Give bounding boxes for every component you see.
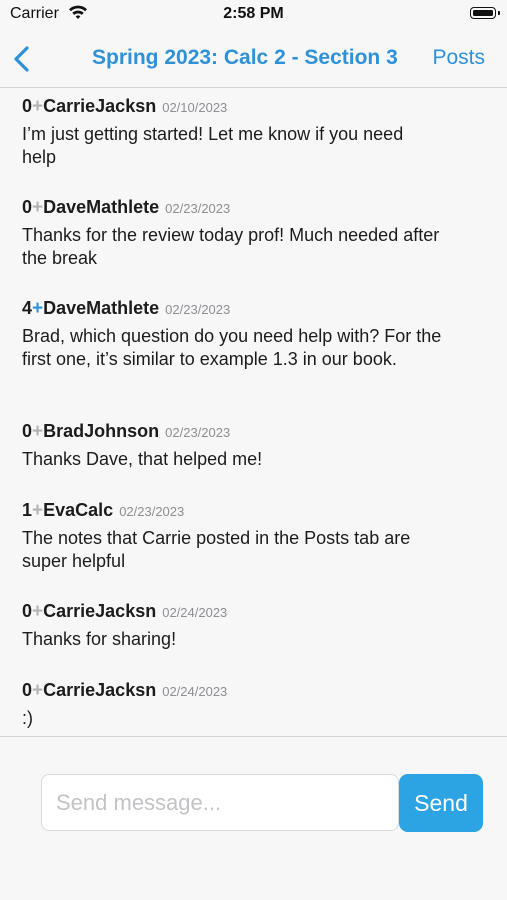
message-item: 1+EvaCalc 02/23/2023 The notes that Carri… [22,500,442,572]
vote-count: 0 [22,680,33,700]
message-item: 0+BradJohnson 02/23/2023 Thanks Dave, tha… [22,421,442,471]
message-date: 02/23/2023 [165,201,231,216]
message-list[interactable]: 0+CarrieJacksn 02/10/2023 I’m just gettin… [0,90,507,736]
battery-icon [470,7,500,19]
vote-count: 0 [22,197,33,217]
status-bar: Carrier 2:58 PM [0,0,507,32]
upvote-plus-button[interactable]: + [32,421,43,442]
posts-link[interactable]: Posts [432,46,485,70]
message-text: :) [22,708,33,728]
send-button[interactable]: Send [399,774,483,832]
author-name[interactable]: EvaCalc [43,500,113,520]
author-name[interactable]: CarrieJacksn [43,601,156,621]
message-item: 0+CarrieJacksn 02/24/2023 Thanks for shar… [22,601,442,651]
message-date: 02/24/2023 [162,684,228,699]
author-name[interactable]: BradJohnson [43,421,159,441]
vote-count: 1 [22,500,33,520]
message-text: The notes that Carrie posted in the Post… [22,528,411,571]
author-name[interactable]: CarrieJacksn [43,96,156,116]
clock: 2:58 PM [223,5,284,22]
vote-count: 0 [22,421,33,441]
message-item: 4+DaveMathlete 02/23/2023 Brad, which que… [22,298,442,370]
message-text: I’m just getting started! Let me know if… [22,124,404,167]
message-input[interactable] [41,774,399,831]
message-item: 0+DaveMathlete 02/23/2023 Thanks for the … [22,197,442,269]
page-title: Spring 2023: Calc 2 - Section 3 [92,46,398,69]
message-text: Thanks Dave, that helped me! [22,449,263,469]
vote-count: 0 [22,601,33,621]
message-text: Brad, which question do you need help wi… [22,326,442,369]
chevron-left-icon [14,46,29,72]
message-date: 02/23/2023 [119,504,185,519]
vote-count: 0 [22,96,33,116]
message-date: 02/24/2023 [162,605,228,620]
message-text: Thanks for sharing! [22,629,177,649]
message-item: 0+CarrieJacksn 02/10/2023 I’m just gettin… [22,96,442,168]
message-text: Thanks for the review today prof! Much n… [22,225,440,268]
navigation-bar: Spring 2023: Calc 2 - Section 3 Posts [0,32,507,88]
upvote-plus-button[interactable]: + [32,197,43,218]
upvote-plus-button[interactable]: + [32,500,43,521]
author-name[interactable]: DaveMathlete [43,197,159,217]
upvote-plus-button[interactable]: + [32,298,43,319]
back-button[interactable] [10,42,36,76]
vote-count: 4 [22,298,33,318]
author-name[interactable]: CarrieJacksn [43,680,156,700]
author-name[interactable]: DaveMathlete [43,298,159,318]
upvote-plus-button[interactable]: + [32,96,43,117]
composer-divider [0,736,507,737]
message-date: 02/23/2023 [165,425,231,440]
message-item: 0+CarrieJacksn 02/24/2023 :) [22,680,442,730]
message-date: 02/10/2023 [162,100,228,115]
upvote-plus-button[interactable]: + [32,601,43,622]
message-date: 02/23/2023 [165,302,231,317]
upvote-plus-button[interactable]: + [32,680,43,701]
